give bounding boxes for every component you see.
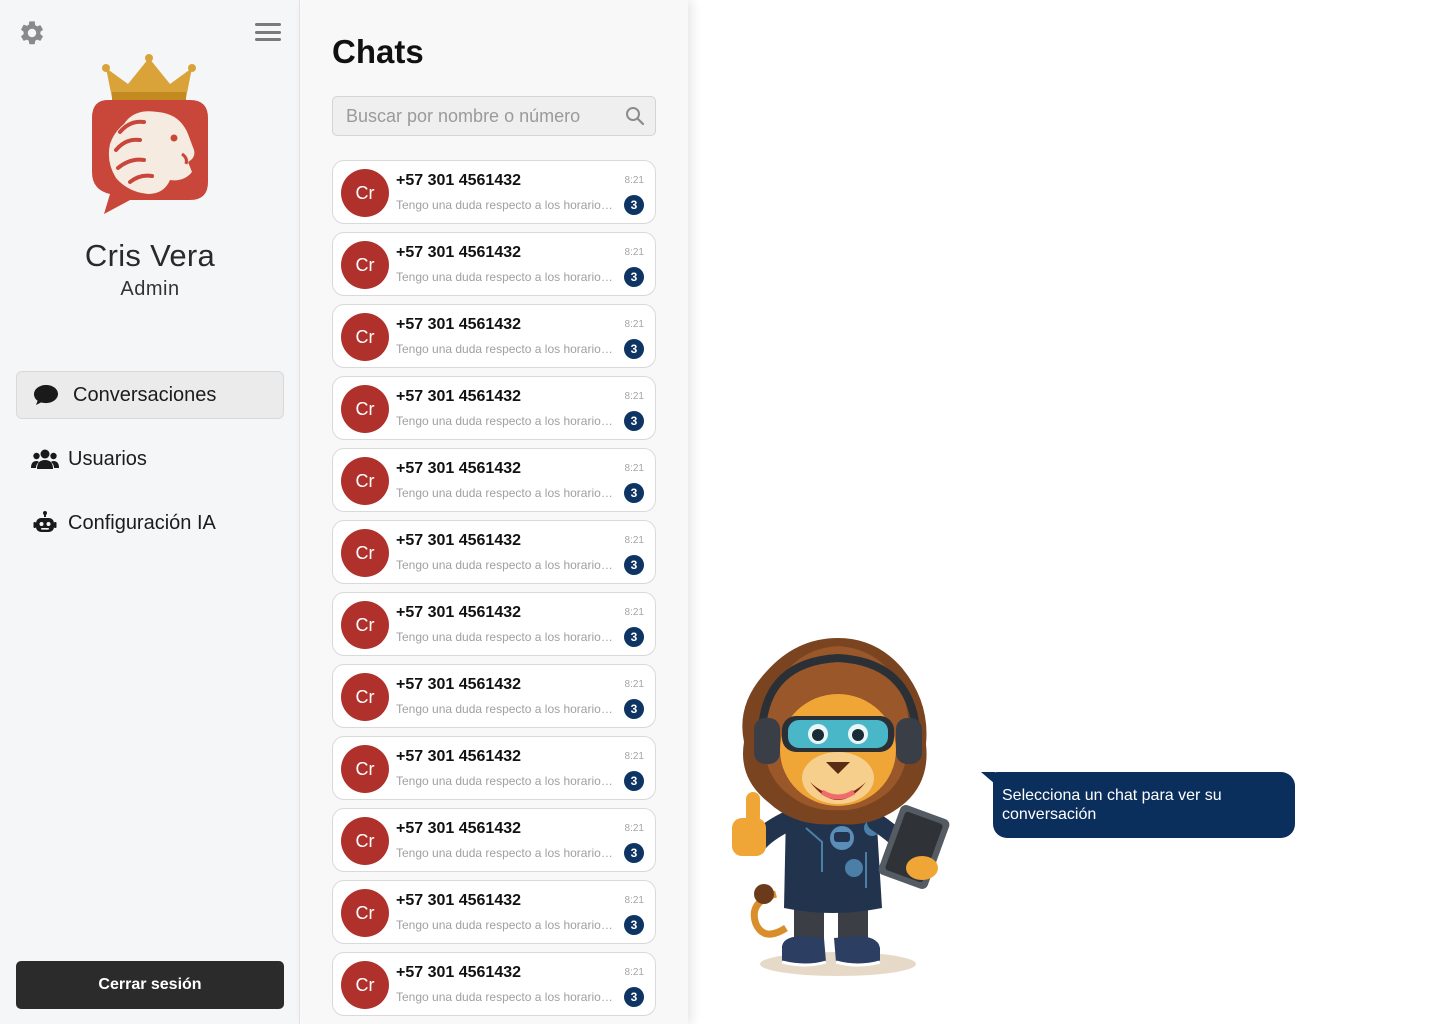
- chat-timestamp: 8:21: [624, 823, 644, 834]
- search-icon[interactable]: [625, 106, 645, 126]
- chat-timestamp: 8:21: [624, 463, 644, 474]
- chat-phone-number: +57 301 4561432: [396, 172, 522, 189]
- chat-phone-number: +57 301 4561432: [396, 964, 522, 981]
- chat-message-preview: Tengo una duda respecto a los horarios d…: [396, 774, 618, 788]
- avatar: Cr: [341, 745, 389, 793]
- avatar: Cr: [341, 529, 389, 577]
- chat-message-preview: Tengo una duda respecto a los horarios d…: [396, 198, 618, 212]
- chat-list-item[interactable]: Cr +57 301 4561432 Tengo una duda respecto…: [332, 448, 656, 512]
- chat-list-item[interactable]: Cr +57 301 4561432 Tengo una duda respecto…: [332, 160, 656, 224]
- chat-list-item[interactable]: Cr +57 301 4561432 Tengo una duda respecto…: [332, 376, 656, 440]
- chat-message-preview: Tengo una duda respecto a los horarios d…: [396, 486, 618, 500]
- nav-item-configuracion-ia[interactable]: Configuración IA: [16, 499, 284, 547]
- unread-count-badge: 3: [624, 411, 644, 431]
- nav-label: Configuración IA: [68, 511, 216, 534]
- lion-logo: [84, 54, 214, 216]
- chat-timestamp: 8:21: [624, 319, 644, 330]
- chat-message-preview: Tengo una duda respecto a los horarios d…: [396, 846, 618, 860]
- chat-message-preview: Tengo una duda respecto a los horarios d…: [396, 630, 618, 644]
- chat-list: Cr +57 301 4561432 Tengo una duda respecto…: [332, 160, 656, 1024]
- unread-count-badge: 3: [624, 339, 644, 359]
- chat-phone-number: +57 301 4561432: [396, 676, 522, 693]
- avatar: Cr: [341, 673, 389, 721]
- chat-phone-number: +57 301 4561432: [396, 316, 522, 333]
- nav-label: Usuarios: [68, 447, 147, 470]
- chats-panel: Chats Cr +57 301 4561432 Tengo una duda re…: [301, 0, 688, 1024]
- chat-bubble-icon: [32, 383, 60, 407]
- chat-timestamp: 8:21: [624, 247, 644, 258]
- avatar: Cr: [341, 889, 389, 937]
- unread-count-badge: 3: [624, 699, 644, 719]
- avatar: Cr: [341, 817, 389, 865]
- chat-phone-number: +57 301 4561432: [396, 244, 522, 261]
- search-input[interactable]: [346, 97, 616, 135]
- chat-list-item[interactable]: Cr +57 301 4561432 Tengo una duda respecto…: [332, 592, 656, 656]
- users-icon: [31, 447, 59, 471]
- chat-list-item[interactable]: Cr +57 301 4561432 Tengo una duda respecto…: [332, 736, 656, 800]
- lion-mascot-illustration: [726, 632, 964, 980]
- user-role: Admin: [120, 278, 180, 300]
- unread-count-badge: 3: [624, 483, 644, 503]
- empty-state-message: Selecciona un chat para ver su conversac…: [993, 772, 1295, 838]
- avatar: Cr: [341, 385, 389, 433]
- avatar: Cr: [341, 241, 389, 289]
- avatar: Cr: [341, 169, 389, 217]
- hamburger-menu-icon[interactable]: [255, 23, 281, 43]
- chat-list-item[interactable]: Cr +57 301 4561432 Tengo una duda respecto…: [332, 664, 656, 728]
- gear-icon[interactable]: [18, 19, 46, 47]
- chat-phone-number: +57 301 4561432: [396, 460, 522, 477]
- chat-message-preview: Tengo una duda respecto a los horarios d…: [396, 414, 618, 428]
- nav-label: Conversaciones: [73, 383, 217, 406]
- chat-message-preview: Tengo una duda respecto a los horarios d…: [396, 342, 618, 356]
- chat-phone-number: +57 301 4561432: [396, 532, 522, 549]
- sidebar: Cris Vera Admin Conversaciones Usuarios: [0, 0, 300, 1024]
- chat-timestamp: 8:21: [624, 391, 644, 402]
- avatar: Cr: [341, 313, 389, 361]
- avatar: Cr: [341, 457, 389, 505]
- chat-list-item[interactable]: Cr +57 301 4561432 Tengo una duda respecto…: [332, 808, 656, 872]
- chat-phone-number: +57 301 4561432: [396, 892, 522, 909]
- nav-item-usuarios[interactable]: Usuarios: [16, 435, 284, 483]
- chat-timestamp: 8:21: [624, 175, 644, 186]
- unread-count-badge: 3: [624, 771, 644, 791]
- chat-timestamp: 8:21: [624, 607, 644, 618]
- nav-item-conversaciones[interactable]: Conversaciones: [16, 371, 284, 419]
- unread-count-badge: 3: [624, 267, 644, 287]
- unread-count-badge: 3: [624, 843, 644, 863]
- unread-count-badge: 3: [624, 555, 644, 575]
- chat-timestamp: 8:21: [624, 895, 644, 906]
- unread-count-badge: 3: [624, 195, 644, 215]
- unread-count-badge: 3: [624, 987, 644, 1007]
- chat-timestamp: 8:21: [624, 751, 644, 762]
- chat-message-preview: Tengo una duda respecto a los horarios d…: [396, 702, 618, 716]
- chat-list-item[interactable]: Cr +57 301 4561432 Tengo una duda respecto…: [332, 232, 656, 296]
- chat-timestamp: 8:21: [624, 967, 644, 978]
- chat-message-preview: Tengo una duda respecto a los horarios d…: [396, 270, 618, 284]
- chat-timestamp: 8:21: [624, 535, 644, 546]
- unread-count-badge: 3: [624, 627, 644, 647]
- chat-list-item[interactable]: Cr +57 301 4561432 Tengo una duda respecto…: [332, 304, 656, 368]
- chat-list-item[interactable]: Cr +57 301 4561432 Tengo una duda respecto…: [332, 952, 656, 1016]
- page-title: Chats: [332, 33, 424, 70]
- chat-phone-number: +57 301 4561432: [396, 748, 522, 765]
- unread-count-badge: 3: [624, 915, 644, 935]
- chat-message-preview: Tengo una duda respecto a los horarios d…: [396, 558, 618, 572]
- chat-phone-number: +57 301 4561432: [396, 604, 522, 621]
- robot-icon: [31, 511, 59, 535]
- chat-phone-number: +57 301 4561432: [396, 820, 522, 837]
- avatar: Cr: [341, 961, 389, 1009]
- chat-list-item[interactable]: Cr +57 301 4561432 Tengo una duda respecto…: [332, 520, 656, 584]
- avatar: Cr: [341, 601, 389, 649]
- search-box: [332, 96, 656, 136]
- chat-message-preview: Tengo una duda respecto a los horarios d…: [396, 918, 618, 932]
- chat-phone-number: +57 301 4561432: [396, 388, 522, 405]
- user-name: Cris Vera: [84, 238, 216, 273]
- chat-list-item[interactable]: Cr +57 301 4561432 Tengo una duda respecto…: [332, 880, 656, 944]
- chat-message-preview: Tengo una duda respecto a los horarios d…: [396, 990, 618, 1004]
- chat-timestamp: 8:21: [624, 679, 644, 690]
- logout-button[interactable]: Cerrar sesión: [16, 961, 284, 1009]
